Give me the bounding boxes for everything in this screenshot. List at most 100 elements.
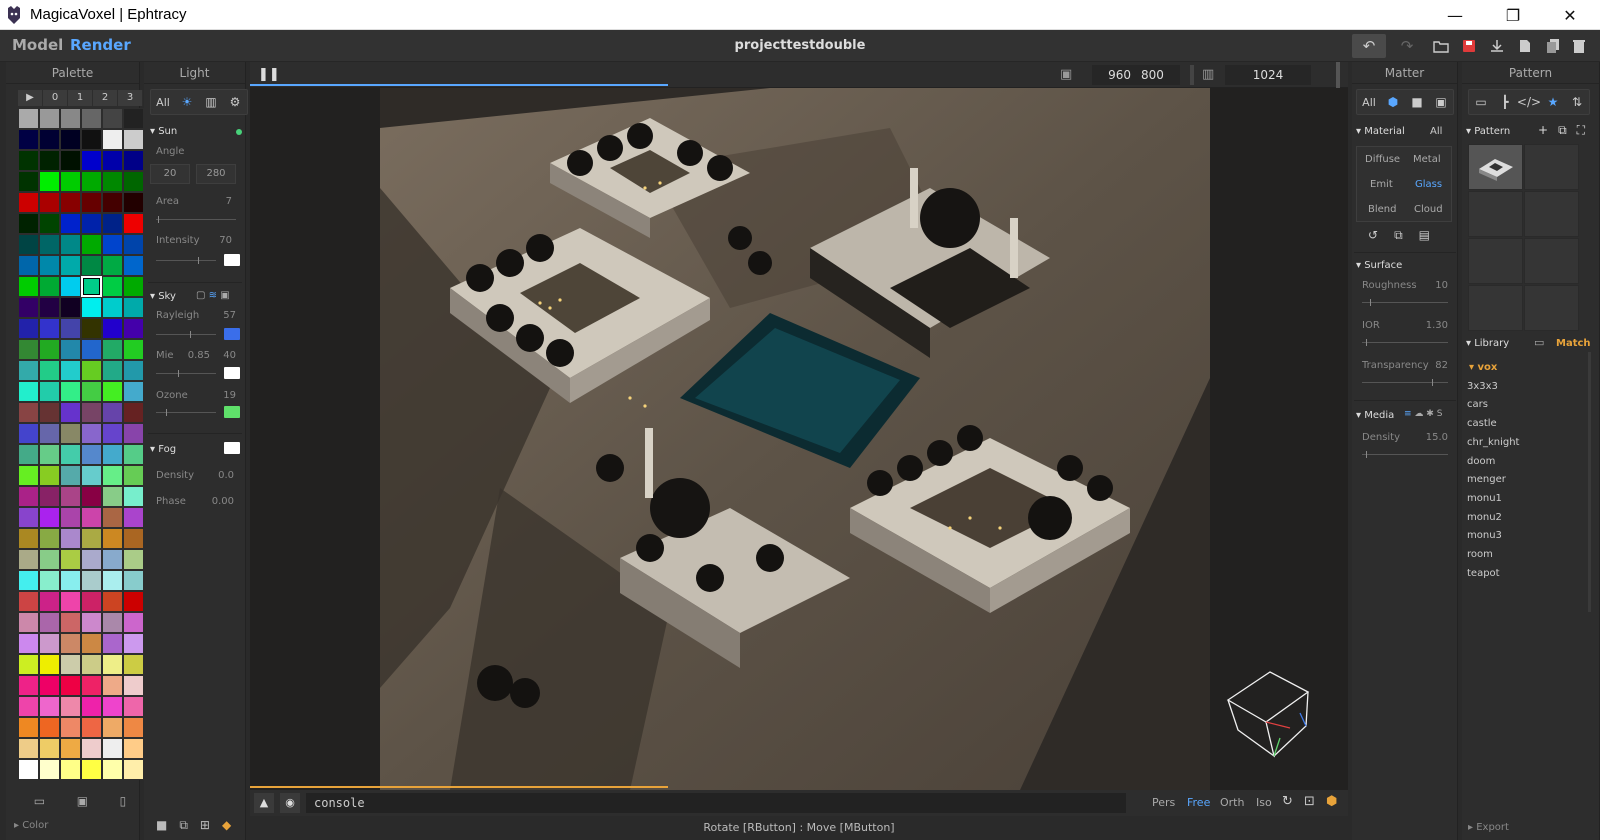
open-button[interactable] [1428, 34, 1454, 58]
palette-swatch[interactable] [39, 318, 60, 339]
area-slider[interactable] [156, 216, 236, 223]
palette-swatch[interactable] [123, 402, 144, 423]
palette-swatch[interactable] [39, 339, 60, 360]
palette-swatch[interactable] [81, 444, 102, 465]
palette-swatch[interactable] [60, 759, 81, 780]
cube-icon[interactable]: ⬢ [1381, 90, 1405, 114]
palette-swatch[interactable] [102, 276, 123, 297]
pause-button[interactable]: ❚❚ [258, 67, 280, 82]
palette-swatch[interactable] [81, 381, 102, 402]
mie-value-b[interactable]: 40 [214, 350, 236, 361]
library-item[interactable]: chr_knight [1467, 437, 1519, 448]
palette-swatch[interactable] [39, 381, 60, 402]
file-icon[interactable]: ▯ [120, 794, 127, 812]
palette-swatch[interactable] [39, 360, 60, 381]
palette-swatch[interactable] [39, 675, 60, 696]
cube-icon[interactable]: ⬢ [1326, 794, 1337, 809]
delete-button[interactable] [1566, 34, 1592, 58]
palette-swatch[interactable] [39, 192, 60, 213]
palette-swatch[interactable] [123, 423, 144, 444]
palette-swatch[interactable] [39, 297, 60, 318]
palette-swatch[interactable] [18, 591, 39, 612]
palette-swatch[interactable] [60, 423, 81, 444]
image-icon[interactable]: ▣ [1429, 90, 1453, 114]
palette-swatch[interactable] [18, 528, 39, 549]
palette-swatch[interactable] [123, 549, 144, 570]
material-glass[interactable]: Glass [1415, 179, 1442, 190]
palette-swatch[interactable] [18, 675, 39, 696]
media-density-slider[interactable] [1362, 451, 1448, 458]
palette-swatch[interactable] [60, 675, 81, 696]
fog-phase-value[interactable]: 0.00 [194, 496, 234, 507]
palette-swatch[interactable] [102, 612, 123, 633]
restore-button[interactable]: ❐ [1490, 0, 1536, 30]
angle-input-1[interactable]: 20 [150, 164, 190, 184]
code-icon[interactable]: </> [1517, 90, 1541, 114]
palette-swatch[interactable] [18, 570, 39, 591]
media-section[interactable]: ▾ Media [1356, 410, 1394, 421]
palette-swatch[interactable] [60, 696, 81, 717]
palette-swatch[interactable] [123, 318, 144, 339]
palette-swatch[interactable] [102, 696, 123, 717]
library-item[interactable]: doom [1467, 456, 1495, 467]
palette-swatch[interactable] [102, 591, 123, 612]
palette-tab-1[interactable]: 1 [68, 90, 93, 106]
palette-swatch[interactable] [123, 255, 144, 276]
square-icon[interactable]: ▢ [196, 290, 205, 301]
palette-swatch[interactable] [81, 507, 102, 528]
redo-button[interactable]: ↷ [1394, 34, 1420, 58]
intensity-value[interactable]: 70 [204, 235, 232, 246]
fog-density-value[interactable]: 0.0 [194, 470, 234, 481]
media-density-value[interactable]: 15.0 [1410, 432, 1448, 443]
palette-swatch[interactable] [81, 192, 102, 213]
media-s-label[interactable]: S [1437, 409, 1443, 419]
library-item[interactable]: room [1467, 549, 1493, 560]
palette-swatch[interactable] [60, 360, 81, 381]
fog-icon[interactable]: ≡ [1404, 409, 1412, 419]
palette-swatch[interactable] [123, 465, 144, 486]
palette-swatch[interactable] [81, 234, 102, 255]
palette-swatch[interactable] [81, 486, 102, 507]
mie-slider[interactable] [156, 370, 216, 377]
palette-swatch[interactable] [81, 171, 102, 192]
material-blend[interactable]: Blend [1368, 204, 1396, 215]
palette-swatch[interactable] [123, 213, 144, 234]
palette-swatch[interactable] [102, 717, 123, 738]
pattern-slot[interactable] [1468, 238, 1523, 284]
palette-swatch[interactable] [60, 255, 81, 276]
light-tab-all[interactable]: All [151, 90, 175, 114]
palette-swatch[interactable] [18, 654, 39, 675]
mie-value-a[interactable]: 0.85 [176, 350, 210, 361]
frame-icon[interactable]: ⊡ [1304, 794, 1315, 809]
palette-swatch[interactable] [102, 738, 123, 759]
palette-swatch[interactable] [39, 234, 60, 255]
rayleigh-slider[interactable] [156, 331, 216, 338]
rayleigh-color-swatch[interactable] [224, 328, 240, 340]
palette-swatch[interactable] [102, 108, 123, 129]
palette-swatch[interactable] [81, 297, 102, 318]
palette-swatch[interactable] [81, 423, 102, 444]
palette-swatch[interactable] [60, 297, 81, 318]
palette-swatch[interactable] [81, 612, 102, 633]
palette-tab-2[interactable]: 2 [93, 90, 118, 106]
palette-swatch[interactable] [81, 675, 102, 696]
sun-color-swatch[interactable] [224, 254, 240, 266]
palette-swatch[interactable] [123, 717, 144, 738]
sort-icon[interactable]: ⇅ [1565, 90, 1589, 114]
palette-swatch[interactable] [39, 738, 60, 759]
palette-swatch[interactable] [102, 402, 123, 423]
palette-swatch[interactable] [123, 696, 144, 717]
pattern-slot[interactable] [1468, 285, 1523, 331]
palette-swatch[interactable] [60, 213, 81, 234]
camera-orth-button[interactable]: Orth [1220, 796, 1244, 809]
copy-button[interactable] [1540, 34, 1566, 58]
palette-swatch[interactable] [18, 318, 39, 339]
palette-swatch[interactable] [123, 591, 144, 612]
palette-swatch[interactable] [123, 339, 144, 360]
palette-swatch[interactable] [18, 738, 39, 759]
palette-swatch[interactable] [60, 276, 81, 297]
square-icon[interactable]: ■ [156, 818, 167, 833]
palette-swatch[interactable] [123, 633, 144, 654]
angle-input-2[interactable]: 280 [196, 164, 236, 184]
palette-swatch[interactable] [102, 234, 123, 255]
